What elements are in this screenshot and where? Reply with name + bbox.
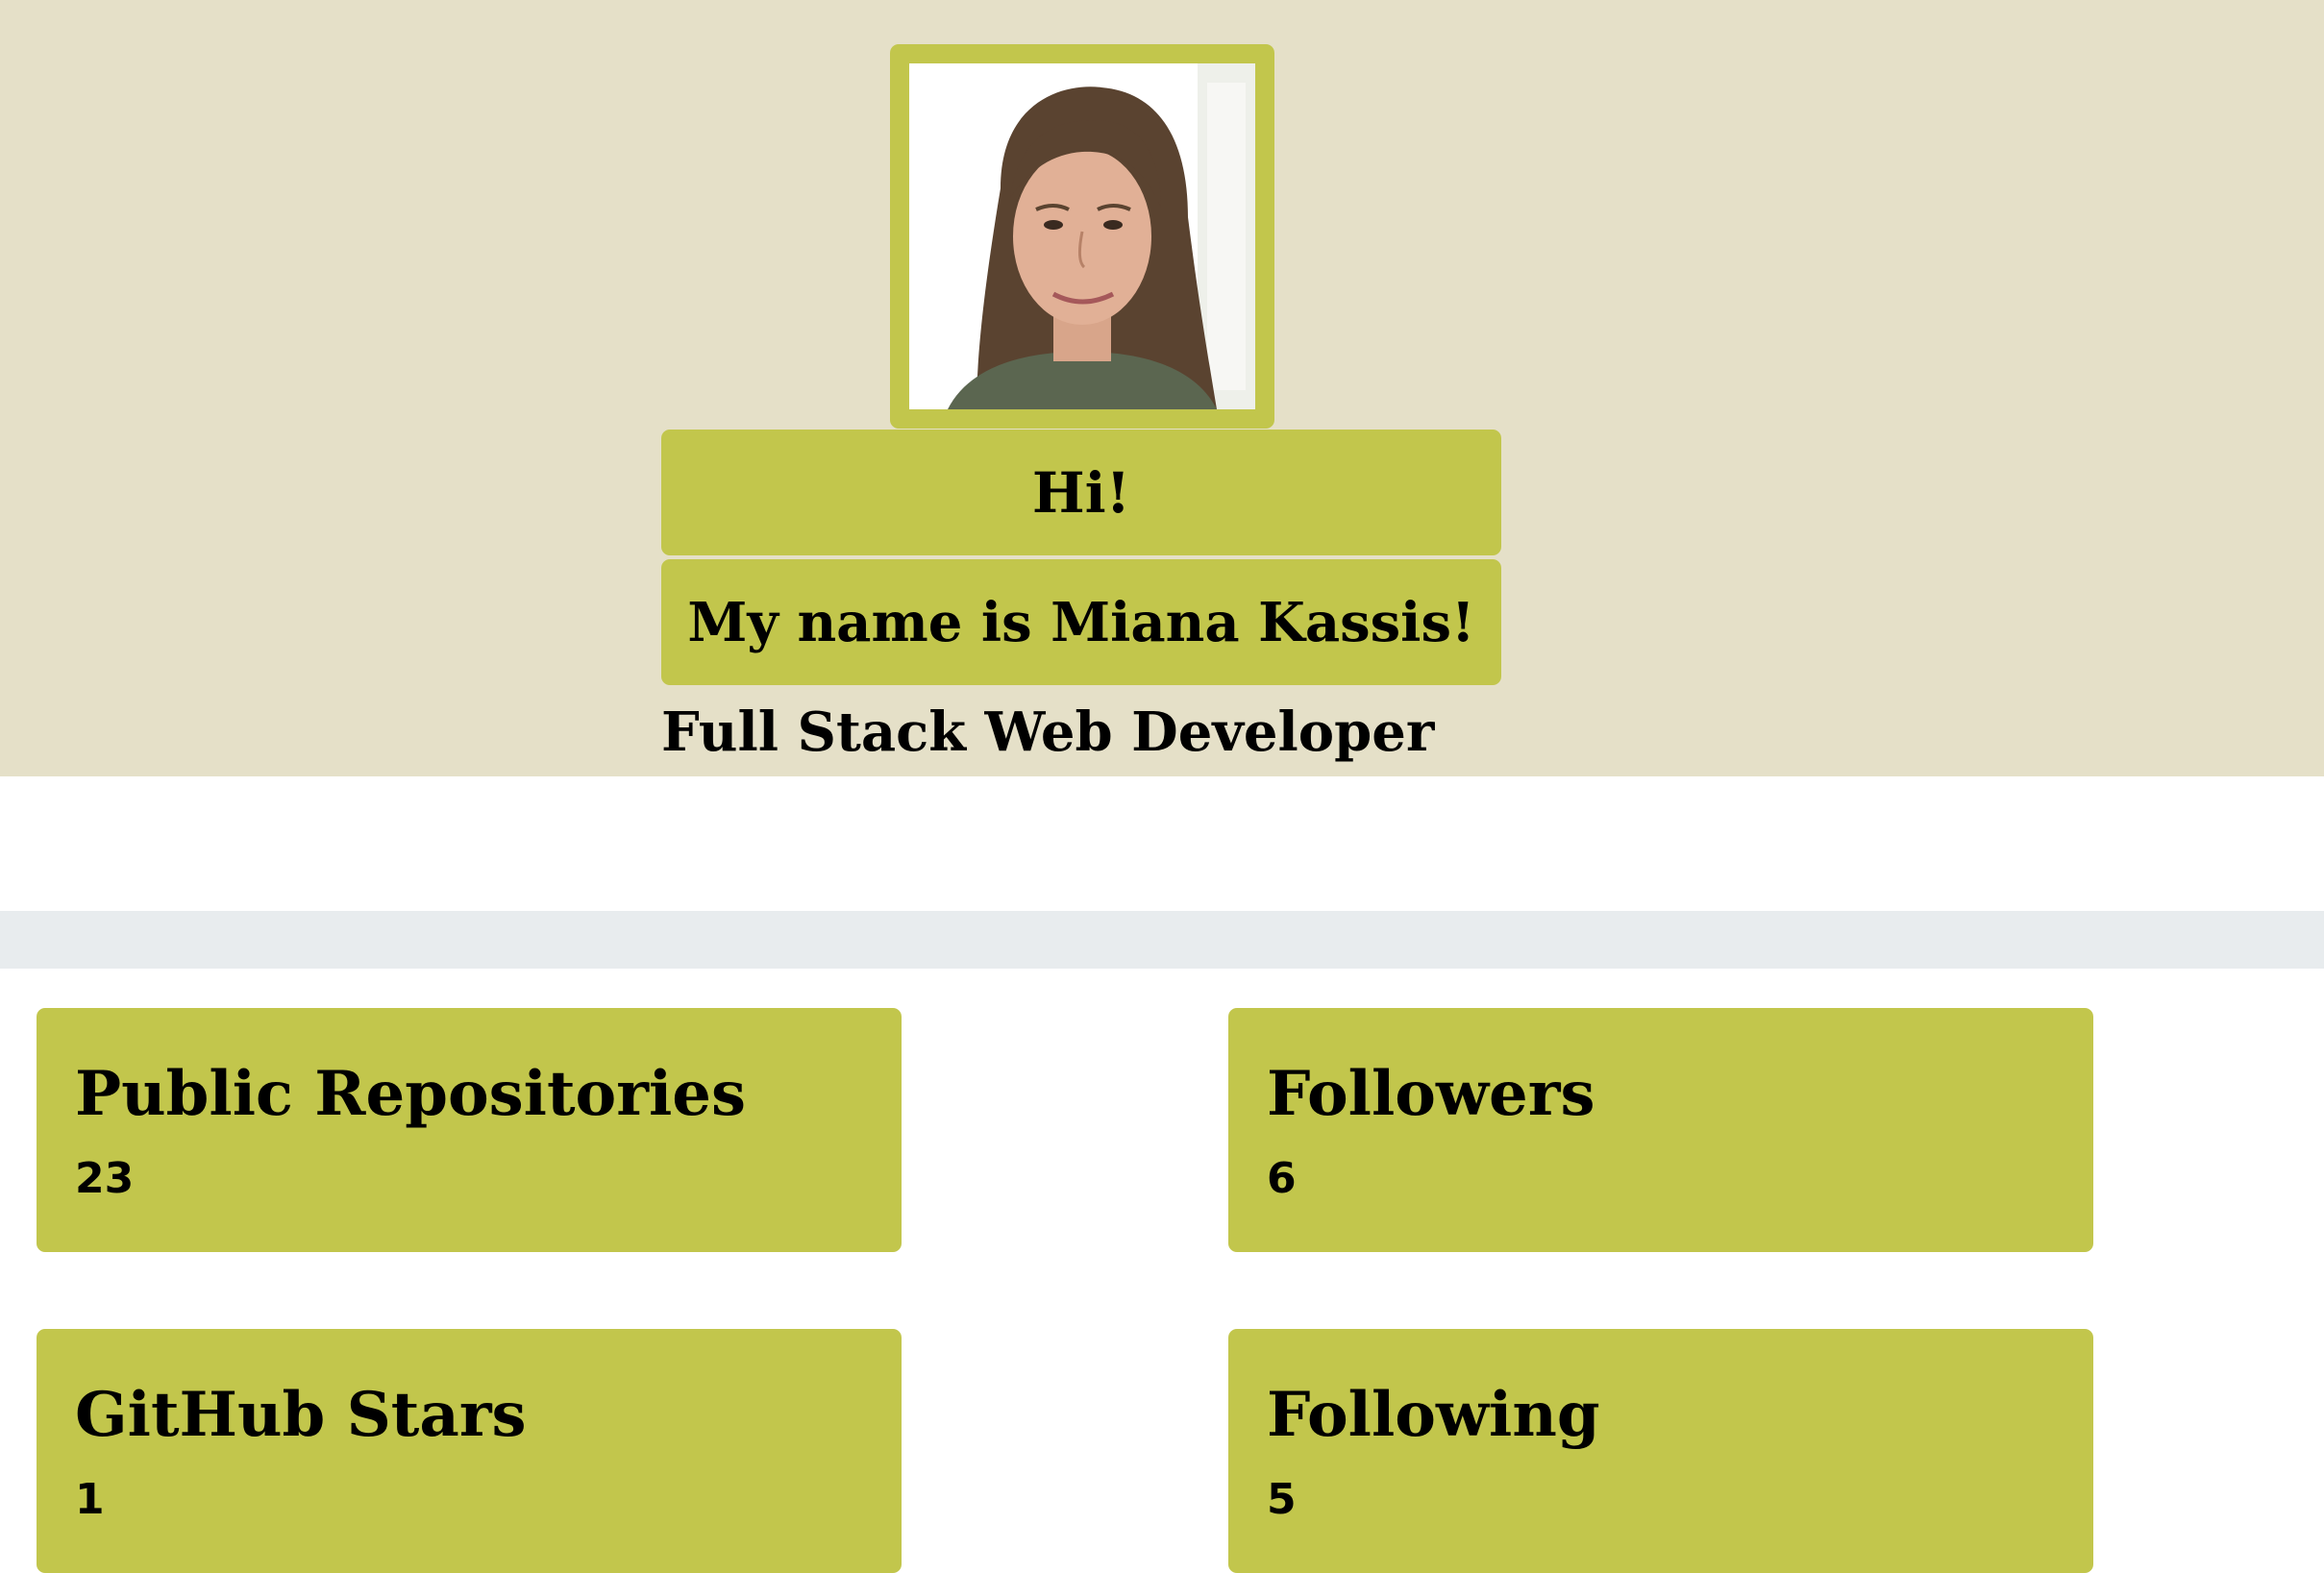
profile-photo-icon [909, 63, 1255, 409]
stat-label: Followers [1267, 1058, 1595, 1130]
stat-card-followers: Followers 6 [1228, 1008, 2093, 1252]
divider-band [0, 911, 2324, 969]
stat-value: 23 [75, 1154, 135, 1203]
stat-label: GitHub Stars [75, 1379, 527, 1451]
stat-label: Following [1267, 1379, 1600, 1451]
greeting-text: Hi! [1031, 459, 1131, 526]
name-text: My name is Miana Kassis! [687, 590, 1475, 654]
stat-card-github-stars: GitHub Stars 1 [37, 1329, 902, 1573]
role-title: Full Stack Web Developer [661, 700, 1435, 764]
stat-value: 1 [75, 1475, 105, 1524]
greeting-box: Hi! [661, 430, 1501, 555]
stat-card-public-repositories: Public Repositories 23 [37, 1008, 902, 1252]
avatar [909, 63, 1255, 409]
stat-value: 6 [1267, 1154, 1297, 1203]
stat-card-following: Following 5 [1228, 1329, 2093, 1573]
avatar-frame [890, 44, 1274, 429]
stat-value: 5 [1267, 1475, 1297, 1524]
hero-section: Hi! My name is Miana Kassis! Full Stack … [0, 0, 2324, 776]
name-box: My name is Miana Kassis! [661, 559, 1501, 685]
stat-label: Public Repositories [75, 1058, 746, 1130]
